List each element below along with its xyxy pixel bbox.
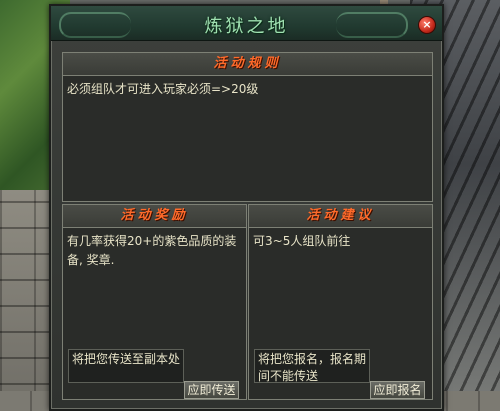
close-icon: × bbox=[422, 18, 432, 31]
rewards-header: 活动奖励 bbox=[63, 205, 246, 228]
signup-button[interactable]: 应即报名 bbox=[370, 381, 425, 399]
dialog-titlebar[interactable]: 炼狱之地 bbox=[51, 6, 442, 41]
rules-panel: 活动规则 必须组队才可进入玩家必须=>20级 bbox=[62, 52, 433, 202]
dialog-title: 炼狱之地 bbox=[204, 16, 289, 37]
rewards-panel: 活动奖励 有几率获得20+的紫色品质的装备, 奖章. 将把您传送至副本处 应即传… bbox=[62, 204, 247, 400]
event-dialog: 炼狱之地 × 活动规则 必须组队才可进入玩家必须=>20级 活动奖励 有几率获得… bbox=[49, 4, 444, 411]
close-button[interactable]: × bbox=[418, 16, 436, 34]
rewards-text: 有几率获得20+的紫色品质的装备, 奖章. bbox=[67, 234, 237, 267]
rules-header: 活动规则 bbox=[63, 53, 432, 76]
signup-info-box: 将把您报名，报名期间不能传送 bbox=[254, 349, 370, 383]
advice-panel: 活动建议 可3~5人组队前往 将把您报名，报名期间不能传送 应即报名 bbox=[248, 204, 433, 400]
rules-text: 必须组队才可进入玩家必须=>20级 bbox=[67, 82, 259, 96]
teleport-button[interactable]: 应即传送 bbox=[184, 381, 239, 399]
advice-header: 活动建议 bbox=[249, 205, 432, 228]
teleport-info-box: 将把您传送至副本处 bbox=[68, 349, 184, 383]
advice-text: 可3~5人组队前往 bbox=[253, 234, 351, 248]
